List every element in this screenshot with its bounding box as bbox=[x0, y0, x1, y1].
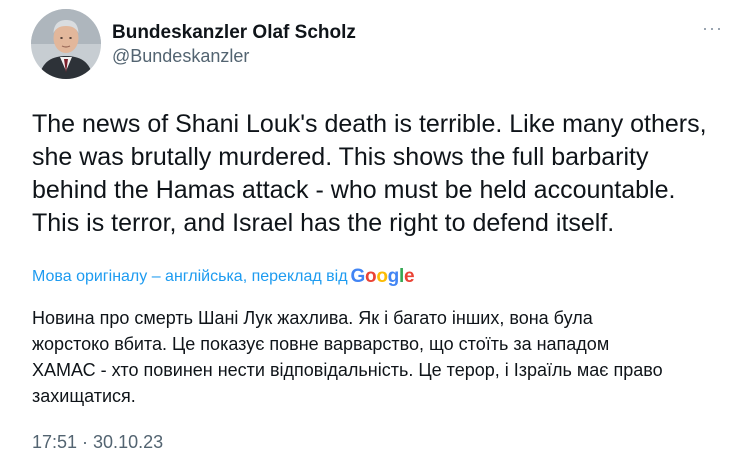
author-handle[interactable]: @Bundeskanzler bbox=[112, 46, 249, 67]
google-letter: G bbox=[350, 266, 366, 287]
profile-photo bbox=[31, 9, 101, 79]
avatar[interactable] bbox=[31, 9, 101, 79]
tweet-text: The news of Shani Louk's death is terrib… bbox=[32, 110, 707, 237]
translated-text: Новина про смерть Шані Лук жахлива. Як і… bbox=[32, 308, 663, 406]
google-letter: o bbox=[376, 266, 388, 287]
google-logo: Google bbox=[351, 266, 415, 288]
author-name[interactable]: Bundeskanzler Olaf Scholz bbox=[112, 22, 356, 44]
google-letter: e bbox=[403, 266, 415, 287]
tweet-timestamp[interactable]: 17:51 · 30.10.23 bbox=[32, 432, 163, 453]
ellipsis-icon[interactable]: ··· bbox=[702, 18, 723, 39]
google-letter: o bbox=[365, 266, 377, 287]
translation-note-label: Мова оригіналу – англійська, переклад ві… bbox=[32, 268, 348, 285]
translation-note[interactable]: Мова оригіналу – англійська, переклад ві… bbox=[32, 266, 415, 288]
google-letter: g bbox=[387, 266, 400, 287]
